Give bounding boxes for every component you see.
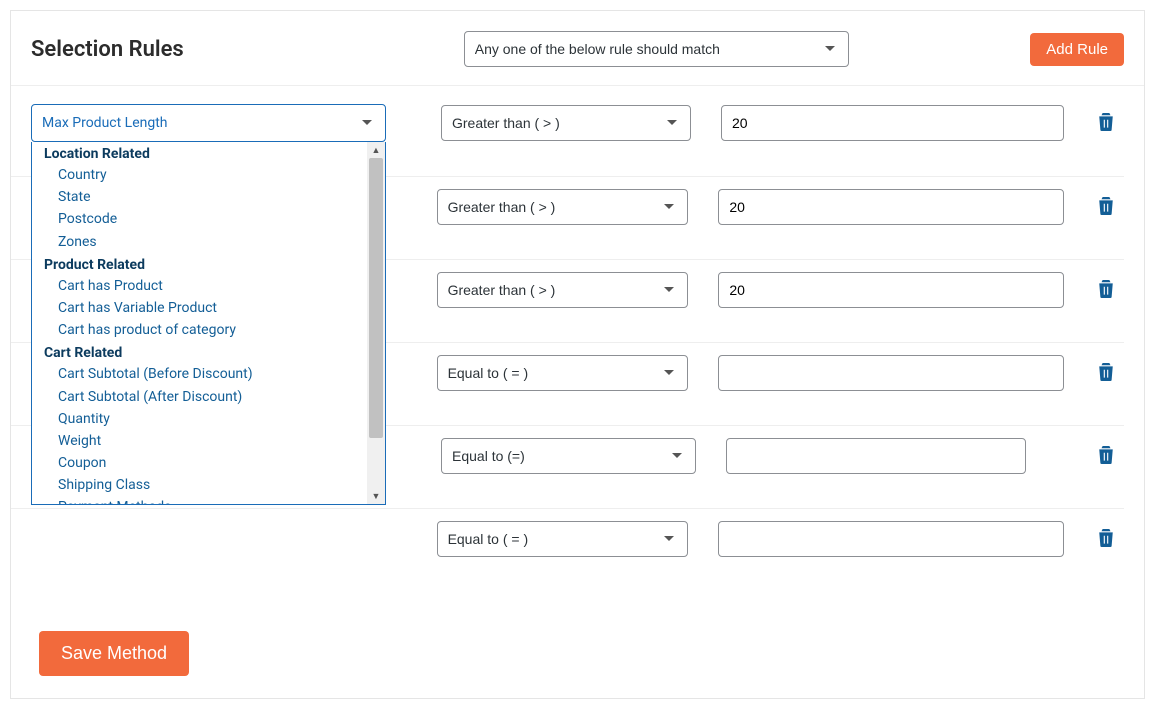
- rule-row: Equal to ( = ): [11, 509, 1124, 591]
- attribute-select[interactable]: Max Product Length: [31, 104, 386, 142]
- trash-icon: [1098, 113, 1114, 131]
- dropdown-group-header: Product Related: [32, 253, 367, 275]
- attribute-dropdown-list: Location RelatedCountryStatePostcodeZone…: [32, 142, 385, 504]
- trash-icon: [1098, 197, 1114, 215]
- dropdown-item[interactable]: Cart has Product: [32, 275, 367, 297]
- attribute-cell: Max Product Length: [31, 104, 386, 142]
- dropdown-item[interactable]: Payment Methods: [32, 496, 367, 504]
- dropdown-item[interactable]: Zones: [32, 231, 367, 253]
- operator-select[interactable]: Equal to ( = ): [437, 355, 689, 391]
- attribute-dropdown-panel[interactable]: Location RelatedCountryStatePostcodeZone…: [31, 142, 386, 505]
- operator-select[interactable]: Equal to ( = ): [437, 521, 689, 557]
- dropdown-item[interactable]: Weight: [32, 430, 367, 452]
- value-cell: [721, 105, 1064, 141]
- delete-rule-button[interactable]: [1094, 525, 1118, 554]
- value-input[interactable]: [718, 272, 1064, 308]
- delete-rule-button[interactable]: [1094, 193, 1118, 222]
- match-condition-select[interactable]: Any one of the below rule should match: [464, 31, 849, 67]
- footer-row: Save Method: [11, 601, 1144, 698]
- operator-select[interactable]: Greater than ( > ): [437, 272, 689, 308]
- value-input[interactable]: [718, 355, 1064, 391]
- delete-rule-button[interactable]: [1094, 109, 1118, 138]
- value-input[interactable]: [718, 521, 1064, 557]
- operator-select[interactable]: Equal to (=): [441, 438, 696, 474]
- value-input[interactable]: [718, 189, 1064, 225]
- dropdown-group-header: Location Related: [32, 142, 367, 164]
- value-input[interactable]: [721, 105, 1064, 141]
- delete-rule-button[interactable]: [1094, 442, 1118, 471]
- section-title: Selection Rules: [31, 37, 184, 62]
- save-method-button[interactable]: Save Method: [39, 631, 189, 676]
- dropdown-item[interactable]: Country: [32, 164, 367, 186]
- add-rule-button[interactable]: Add Rule: [1030, 33, 1124, 66]
- dropdown-group-header: Cart Related: [32, 341, 367, 363]
- delete-rule-button[interactable]: [1094, 276, 1118, 305]
- dropdown-item[interactable]: Cart has Variable Product: [32, 297, 367, 319]
- dropdown-item[interactable]: State: [32, 186, 367, 208]
- operator-select[interactable]: Greater than ( > ): [437, 189, 689, 225]
- value-input[interactable]: [726, 438, 1026, 474]
- scroll-track[interactable]: [367, 158, 385, 488]
- header-row: Selection Rules Any one of the below rul…: [11, 11, 1144, 86]
- dropdown-item[interactable]: Cart has product of category: [32, 319, 367, 341]
- header-center: Any one of the below rule should match: [464, 31, 1031, 67]
- delete-rule-button[interactable]: [1094, 359, 1118, 388]
- attribute-select-value: Max Product Length: [42, 115, 168, 131]
- actions-cell: [1094, 109, 1124, 138]
- scroll-thumb[interactable]: [369, 158, 383, 438]
- rules-area: Max Product Length Greater than ( > ) Lo…: [11, 86, 1144, 601]
- dropdown-item[interactable]: Cart Subtotal (Before Discount): [32, 363, 367, 385]
- dropdown-item[interactable]: Cart Subtotal (After Discount): [32, 386, 367, 408]
- dropdown-item[interactable]: Shipping Class: [32, 474, 367, 496]
- scroll-up-arrow-icon[interactable]: ▲: [367, 142, 385, 158]
- dropdown-item[interactable]: Coupon: [32, 452, 367, 474]
- trash-icon: [1098, 529, 1114, 547]
- selection-rules-panel: Selection Rules Any one of the below rul…: [10, 10, 1145, 699]
- operator-select[interactable]: Greater than ( > ): [441, 105, 691, 141]
- trash-icon: [1098, 280, 1114, 298]
- trash-icon: [1098, 363, 1114, 381]
- scroll-down-arrow-icon[interactable]: ▼: [367, 488, 385, 504]
- operator-cell: Greater than ( > ): [441, 105, 691, 141]
- trash-icon: [1098, 446, 1114, 464]
- dropdown-scrollbar[interactable]: ▲ ▼: [367, 142, 385, 504]
- dropdown-item[interactable]: Quantity: [32, 408, 367, 430]
- dropdown-item[interactable]: Postcode: [32, 208, 367, 230]
